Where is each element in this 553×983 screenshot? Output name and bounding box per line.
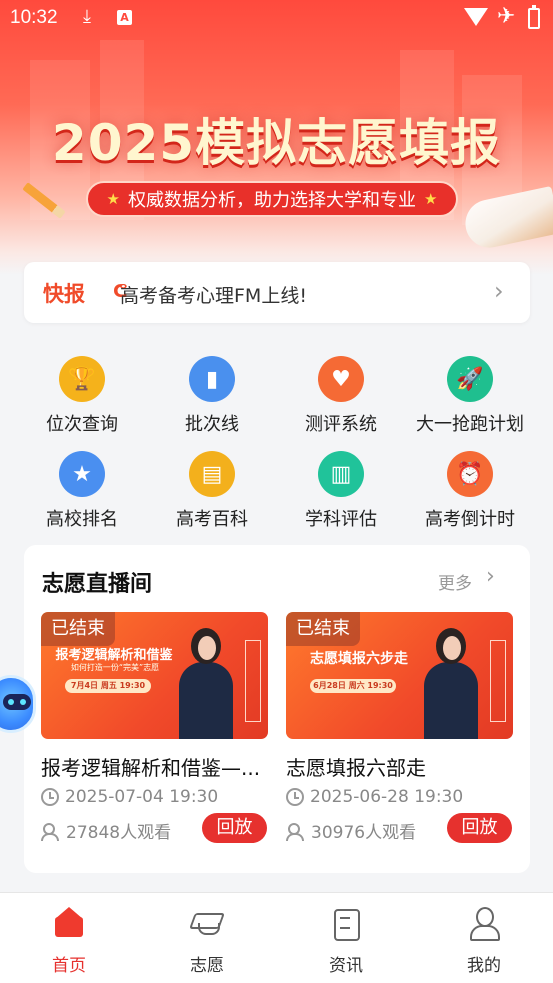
ended-badge: 已结束 <box>41 612 115 646</box>
speaker-face <box>443 636 461 660</box>
feature-discipline-evaluation[interactable]: ▥ 学科评估 <box>276 447 406 532</box>
tab-news[interactable]: 资讯 <box>277 893 415 983</box>
star-icon: ★ <box>424 190 438 208</box>
speaker-image <box>179 662 233 739</box>
speaker-face <box>198 636 216 660</box>
airplane-icon: ✈ <box>497 4 516 29</box>
more-link[interactable]: 更多 <box>438 569 472 594</box>
thumbnail-side-badge <box>490 640 506 722</box>
video-time-text: 2025-06-28 19:30 <box>310 787 464 807</box>
viewers-icon <box>286 822 306 841</box>
video-views: 27848人观看 <box>41 818 171 843</box>
ended-badge: 已结束 <box>286 612 360 646</box>
video-title[interactable]: 报考逻辑解析和借鉴—... <box>41 752 268 781</box>
replay-button[interactable]: 回放 <box>447 813 512 843</box>
news-icon <box>330 907 362 941</box>
news-ticker[interactable]: 快报 ᕦ 高考备考心理FM上线! › <box>24 262 530 323</box>
tab-label: 首页 <box>52 956 86 976</box>
rocket-icon: 🚀 <box>447 356 493 402</box>
feature-label: 高校排名 <box>46 509 118 530</box>
open-book-icon: ▥ <box>318 451 364 497</box>
feature-exam-encyclopedia[interactable]: ▤ 高考百科 <box>147 447 277 532</box>
tab-label: 我的 <box>467 956 501 976</box>
chevron-right-icon[interactable]: › <box>486 564 495 589</box>
ticker-message: 高考备考心理FM上线! <box>120 285 307 307</box>
alarm-clock-icon: ⏰ <box>447 451 493 497</box>
hero-subtitle-pill: ★ 权威数据分析，助力选择大学和专业 ★ <box>86 181 458 217</box>
thumbnail-headline: 报考逻辑解析和借鉴 <box>55 648 173 663</box>
feature-label: 高考倒计时 <box>425 509 515 530</box>
book-icon: ▤ <box>189 451 235 497</box>
download-icon: ⤓ <box>83 6 91 27</box>
wifi-icon <box>464 8 488 26</box>
feature-label: 测评系统 <box>305 414 377 435</box>
feature-label: 高考百科 <box>176 509 248 530</box>
tab-label: 志愿 <box>190 956 224 976</box>
hero-banner[interactable]: 2025模拟志愿填报 ★ 权威数据分析，助力选择大学和专业 ★ <box>0 0 553 275</box>
tab-volunteer[interactable]: 志愿 <box>138 893 276 983</box>
video-time-text: 2025-07-04 19:30 <box>65 787 219 807</box>
trophy-icon: 🏆 <box>59 356 105 402</box>
heart-icon: ♥ <box>318 356 364 402</box>
feature-exam-countdown[interactable]: ⏰ 高考倒计时 <box>405 447 535 532</box>
viewers-icon <box>41 822 61 841</box>
feature-grid: 🏆 位次查询 ▮ 批次线 ♥ 测评系统 🚀 大一抢跑计划 ★ 高校排名 ▤ 高考… <box>0 350 553 535</box>
video-title[interactable]: 志愿填报六部走 <box>286 752 513 781</box>
video-time: 2025-07-04 19:30 <box>41 787 218 807</box>
feature-label: 批次线 <box>185 414 239 435</box>
thumbnail-side-badge <box>245 640 261 722</box>
bottom-nav: 首页 志愿 资讯 我的 <box>0 892 553 983</box>
video-views-text: 30976人观看 <box>311 823 417 843</box>
clock-icon <box>286 788 304 806</box>
graduation-cap-icon <box>191 907 223 939</box>
tab-home[interactable]: 首页 <box>0 893 138 983</box>
speaker-image <box>424 662 478 739</box>
medal-icon: ★ <box>59 451 105 497</box>
battery-icon <box>528 5 540 29</box>
star-icon: ★ <box>106 190 120 208</box>
feature-university-ranking[interactable]: ★ 高校排名 <box>17 447 147 532</box>
thumbnail-date-pill: 6月28日 周六 19:30 <box>310 679 396 693</box>
video-thumbnail[interactable]: 志愿填报六步走 6月28日 周六 19:30 已结束 <box>286 612 513 739</box>
status-time: 10:32 <box>10 7 58 28</box>
hero-title: 2025模拟志愿填报 <box>51 114 502 172</box>
feature-label: 学科评估 <box>305 509 377 530</box>
thumbnail-subline: 如何打造一份“完美”志愿 <box>70 663 160 672</box>
feature-freshman-plan[interactable]: 🚀 大一抢跑计划 <box>405 352 535 437</box>
tab-label: 资讯 <box>329 956 363 976</box>
user-icon <box>468 907 500 941</box>
video-time: 2025-06-28 19:30 <box>286 787 463 807</box>
bar-chart-icon: ▮ <box>189 356 235 402</box>
clock-icon <box>41 788 59 806</box>
tab-mine[interactable]: 我的 <box>415 893 553 983</box>
app-notification-icon: A <box>117 10 132 25</box>
video-thumbnail[interactable]: 报考逻辑解析和借鉴 如何打造一份“完美”志愿 7月4日 周五 19:30 已结束 <box>41 612 268 739</box>
replay-button[interactable]: 回放 <box>202 813 267 843</box>
status-bar: 10:32 ⤓ A ✈ <box>0 0 553 38</box>
feature-batch-line[interactable]: ▮ 批次线 <box>147 352 277 437</box>
feature-assessment[interactable]: ♥ 测评系统 <box>276 352 406 437</box>
feature-label: 大一抢跑计划 <box>416 414 524 435</box>
section-title: 志愿直播间 <box>42 572 153 597</box>
thumbnail-date-pill: 7月4日 周五 19:30 <box>65 679 151 693</box>
ticker-tag: 快报 <box>43 282 85 306</box>
video-views-text: 27848人观看 <box>66 823 172 843</box>
home-icon <box>53 907 85 939</box>
robot-visor <box>3 694 31 710</box>
video-views: 30976人观看 <box>286 818 416 843</box>
live-room-card: 志愿直播间 更多 › 报考逻辑解析和借鉴 如何打造一份“完美”志愿 7月4日 周… <box>24 545 530 873</box>
thumbnail-headline: 志愿填报六步走 <box>310 651 408 667</box>
chevron-right-icon: › <box>494 277 504 305</box>
feature-label: 位次查询 <box>46 414 118 435</box>
hero-subtitle: 权威数据分析，助力选择大学和专业 <box>128 190 416 211</box>
feature-rank-query[interactable]: 🏆 位次查询 <box>17 352 147 437</box>
